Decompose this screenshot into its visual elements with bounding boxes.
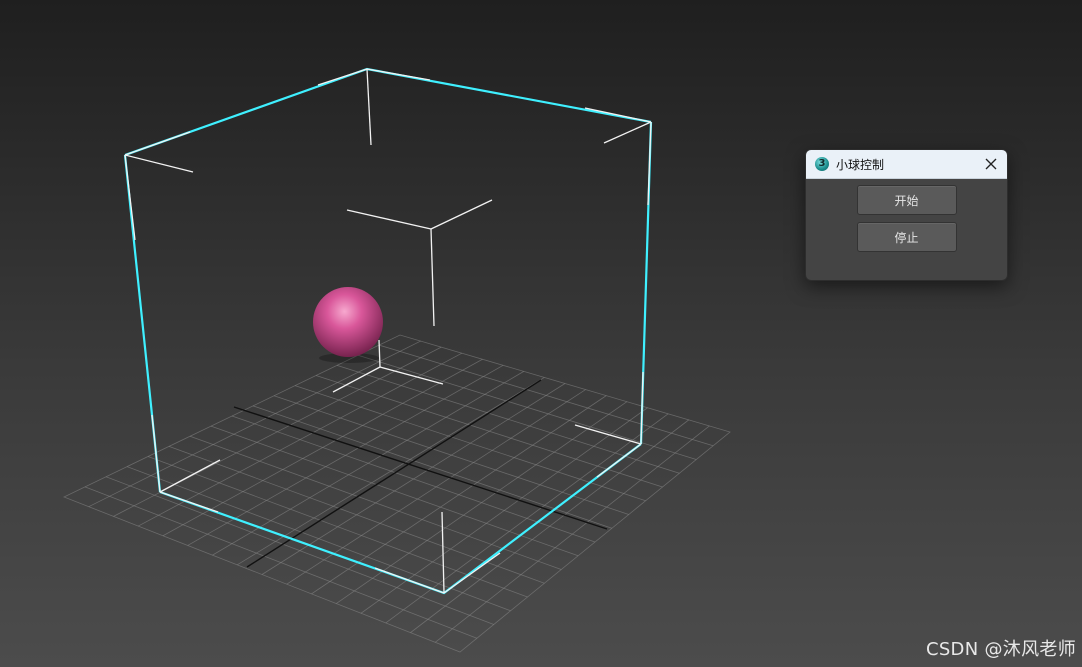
start-button[interactable]: 开始 — [856, 185, 957, 215]
grid-line — [378, 344, 714, 447]
3d-viewport[interactable]: 3 小球控制 开始 停止 CSDN @沐风老师 — [0, 0, 1082, 667]
ball-control-dialog: 3 小球控制 开始 停止 — [805, 149, 1008, 281]
grid-line — [311, 395, 607, 595]
close-icon — [985, 158, 997, 170]
grid-line — [252, 405, 613, 529]
grid-line — [273, 395, 629, 515]
grid-line — [385, 413, 669, 624]
grid-line — [360, 407, 648, 614]
dialog-titlebar[interactable]: 3 小球控制 — [806, 150, 1007, 179]
stop-button[interactable]: 停止 — [856, 222, 957, 252]
grid-line — [261, 383, 566, 575]
dialog-body: 开始 停止 — [806, 179, 1007, 252]
watermark-text: CSDN @沐风老师 — [925, 639, 1076, 660]
grid-line — [315, 375, 663, 488]
dialog-title: 小球控制 — [836, 157, 885, 172]
grid-line — [336, 401, 628, 604]
sphere[interactable] — [313, 287, 383, 363]
close-button[interactable] — [981, 154, 1001, 174]
3dsmax-app-icon: 3 — [815, 157, 829, 171]
grid-line — [410, 419, 689, 633]
viewport-scene — [62, 67, 731, 653]
